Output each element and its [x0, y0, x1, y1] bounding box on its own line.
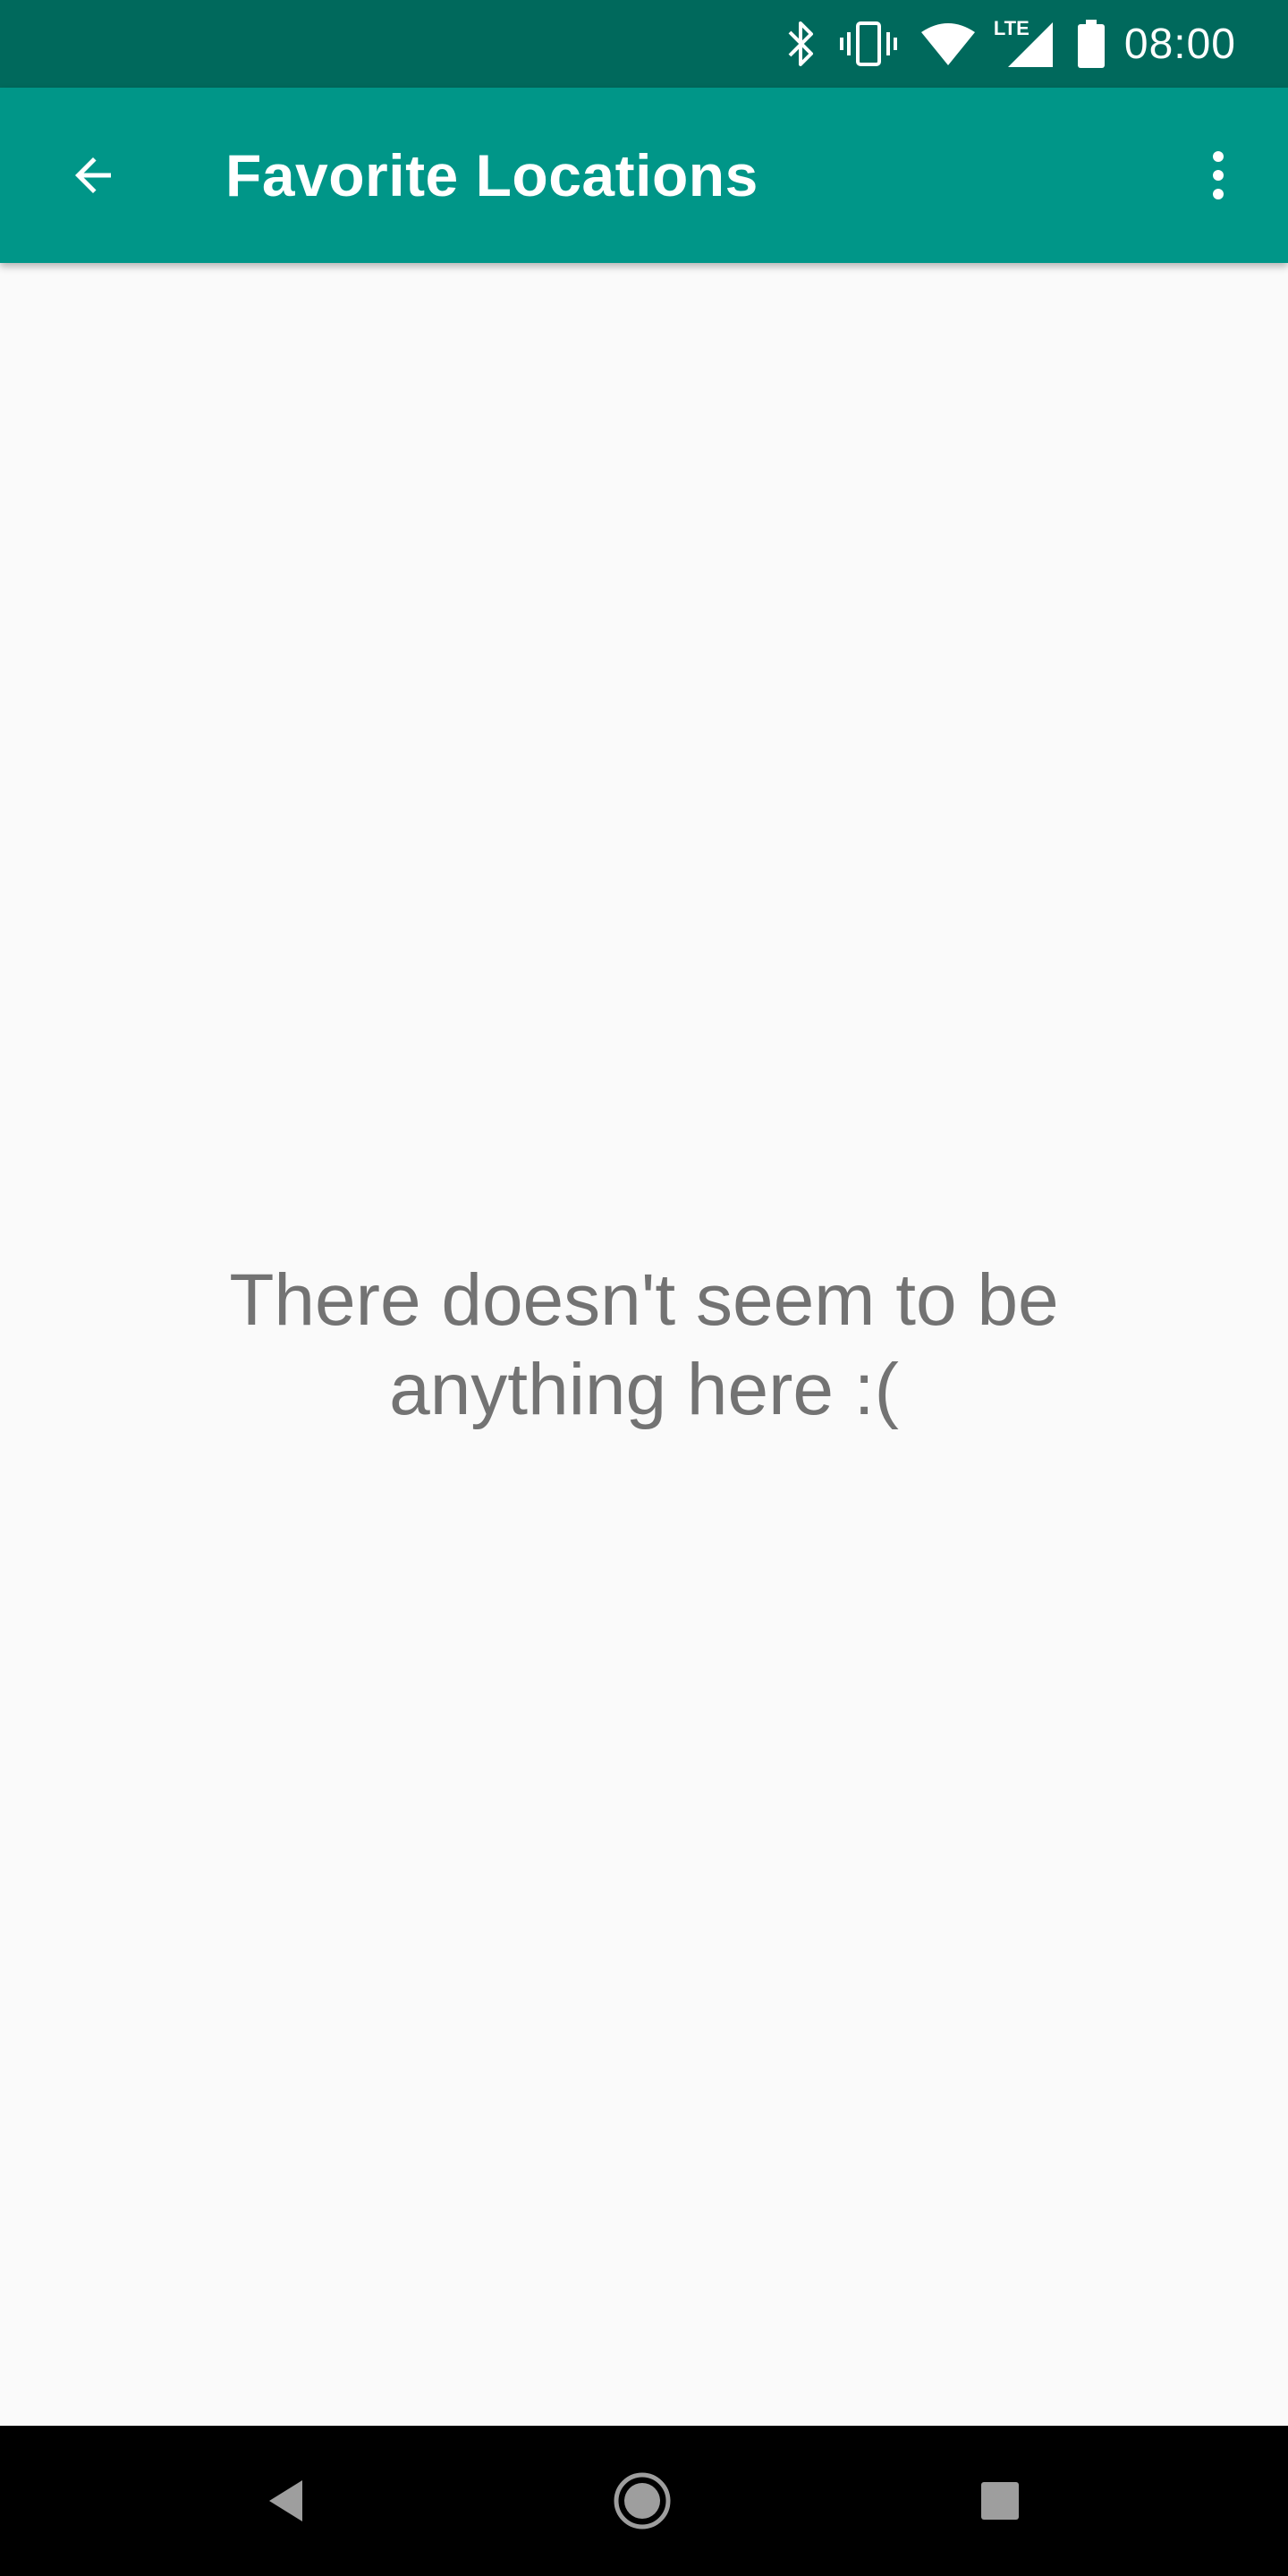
wifi-icon: [920, 21, 976, 66]
empty-state-line-1: There doesn't seem to be: [229, 1259, 1059, 1341]
battery-icon: [1077, 20, 1105, 68]
home-circle-icon: [614, 2472, 671, 2529]
bluetooth-icon: [784, 20, 817, 68]
app-bar: Favorite Locations: [0, 88, 1288, 263]
nav-recents-button[interactable]: [925, 2426, 1075, 2576]
empty-state-message: There doesn't seem to be anything here :…: [0, 1256, 1288, 1435]
recents-square-icon: [981, 2482, 1019, 2520]
content-area: There doesn't seem to be anything here :…: [0, 263, 1288, 2426]
nav-back-button[interactable]: [211, 2426, 361, 2576]
more-vert-icon: [1213, 151, 1224, 199]
status-bar: LTE 08:00: [0, 0, 1288, 88]
lte-signal-icon: LTE: [994, 17, 1055, 69]
arrow-back-icon: [75, 157, 111, 193]
overflow-menu-button[interactable]: [1175, 132, 1261, 218]
page-title: Favorite Locations: [225, 142, 758, 208]
status-time: 08:00: [1123, 20, 1236, 68]
vibrate-icon: [839, 20, 897, 68]
back-triangle-icon: [269, 2480, 302, 2521]
lte-label: LTE: [993, 17, 1030, 39]
nav-home-button[interactable]: [567, 2426, 717, 2576]
navigation-bar: [0, 2426, 1288, 2576]
empty-state-line-2: anything here :(: [389, 1349, 899, 1430]
back-button[interactable]: [50, 132, 136, 218]
